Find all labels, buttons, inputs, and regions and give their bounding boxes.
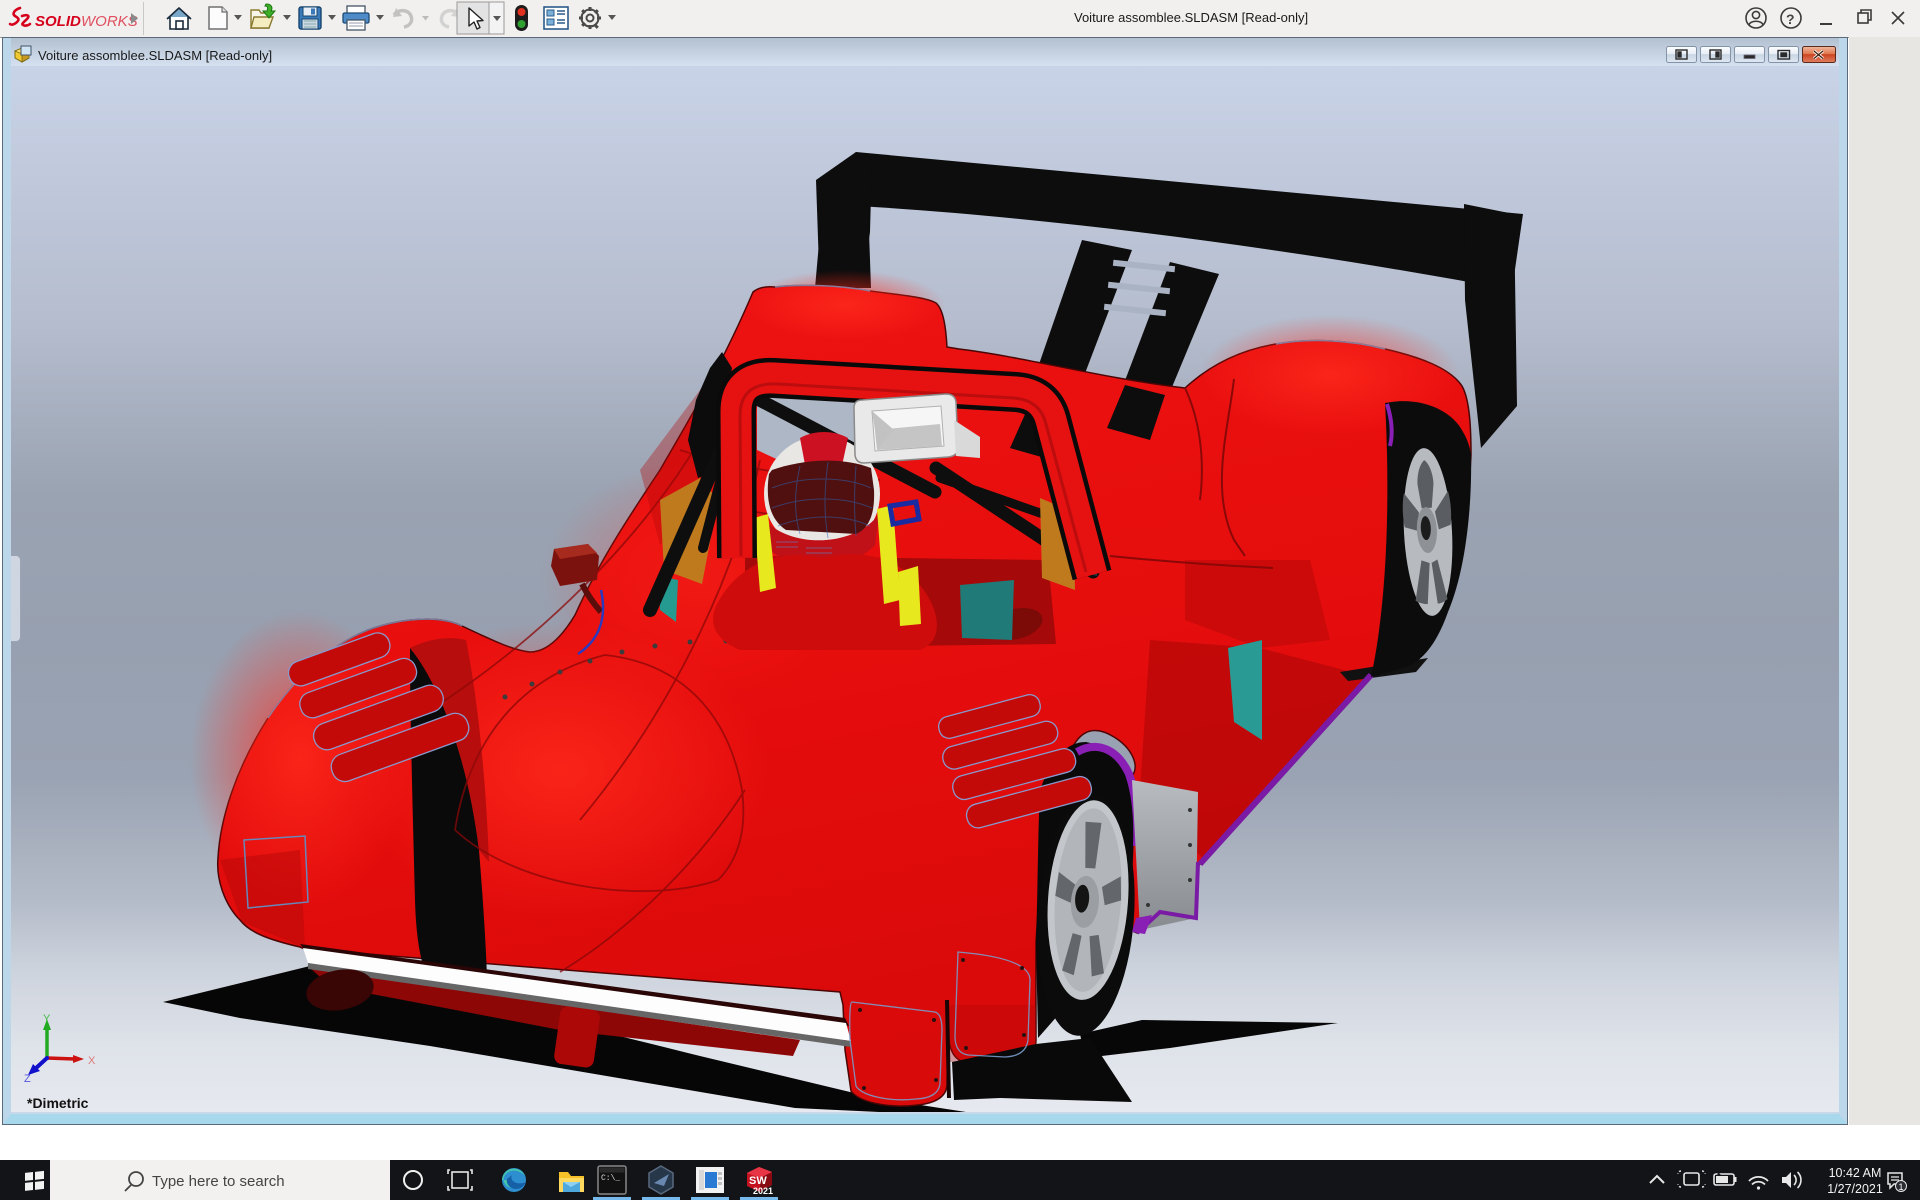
svg-text:Z: Z [24, 1073, 31, 1085]
svg-text:C:\_: C:\_ [601, 1174, 620, 1183]
svg-text:*Dimetric: *Dimetric [27, 1095, 89, 1111]
svg-text:?: ? [1786, 11, 1795, 27]
svg-text:1/27/2021: 1/27/2021 [1827, 1182, 1883, 1196]
svg-text:WORKS: WORKS [81, 13, 138, 30]
svg-text:Type here to search: Type here to search [152, 1173, 285, 1190]
svg-text:Y: Y [43, 1013, 51, 1025]
svg-text:10:42 AM: 10:42 AM [1829, 1166, 1882, 1180]
svg-text:1: 1 [1898, 1182, 1903, 1192]
svg-text:X: X [88, 1055, 96, 1067]
svg-text:SOLID: SOLID [35, 13, 81, 30]
svg-text:2021: 2021 [753, 1186, 773, 1196]
